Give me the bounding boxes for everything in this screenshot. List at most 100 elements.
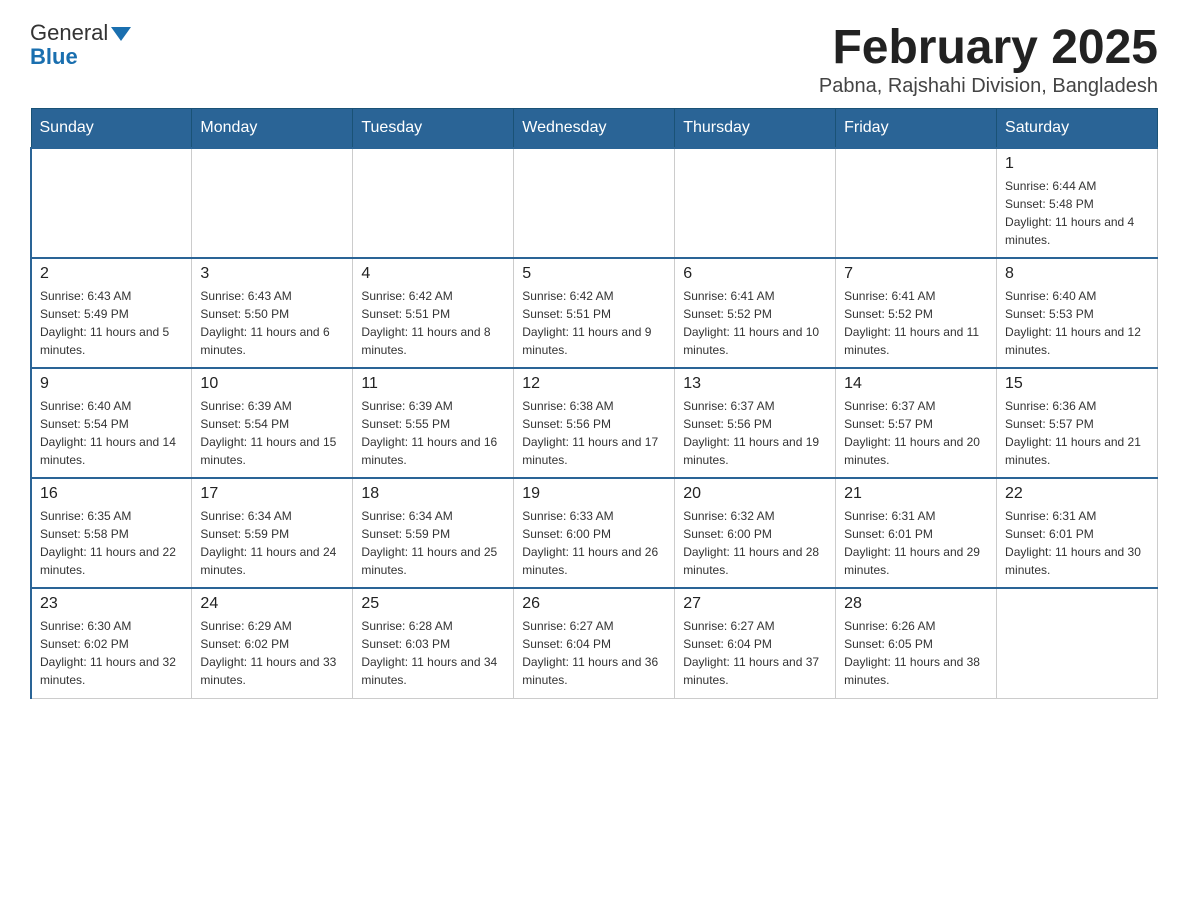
day-number: 5 xyxy=(522,265,666,283)
day-info: Sunrise: 6:35 AMSunset: 5:58 PMDaylight:… xyxy=(40,507,183,579)
weekday-header-wednesday: Wednesday xyxy=(514,109,675,149)
calendar-day-cell xyxy=(353,148,514,258)
day-info: Sunrise: 6:37 AMSunset: 5:56 PMDaylight:… xyxy=(683,397,827,469)
calendar-day-cell: 19 Sunrise: 6:33 AMSunset: 6:00 PMDayligh… xyxy=(514,478,675,588)
day-info: Sunrise: 6:36 AMSunset: 5:57 PMDaylight:… xyxy=(1005,397,1149,469)
day-info: Sunrise: 6:31 AMSunset: 6:01 PMDaylight:… xyxy=(1005,507,1149,579)
day-number: 1 xyxy=(1005,155,1149,173)
calendar-day-cell: 5 Sunrise: 6:42 AMSunset: 5:51 PMDaylight… xyxy=(514,258,675,368)
page-header: General Blue February 2025 Pabna, Rajsha… xyxy=(30,20,1158,98)
day-number: 6 xyxy=(683,265,827,283)
day-info: Sunrise: 6:44 AMSunset: 5:48 PMDaylight:… xyxy=(1005,177,1149,249)
calendar-title: February 2025 xyxy=(819,20,1158,75)
calendar-day-cell xyxy=(514,148,675,258)
day-info: Sunrise: 6:43 AMSunset: 5:50 PMDaylight:… xyxy=(200,287,344,359)
calendar-week-row: 9Sunrise: 6:40 AMSunset: 5:54 PMDaylight… xyxy=(31,368,1158,478)
calendar-day-cell: 7 Sunrise: 6:41 AMSunset: 5:52 PMDaylight… xyxy=(836,258,997,368)
day-number: 10 xyxy=(200,375,344,393)
day-number: 8 xyxy=(1005,265,1149,283)
calendar-day-cell: 10 Sunrise: 6:39 AMSunset: 5:54 PMDayligh… xyxy=(192,368,353,478)
calendar-day-cell: 6 Sunrise: 6:41 AMSunset: 5:52 PMDaylight… xyxy=(675,258,836,368)
calendar-day-cell: 15Sunrise: 6:36 AMSunset: 5:57 PMDayligh… xyxy=(997,368,1158,478)
day-info: Sunrise: 6:29 AMSunset: 6:02 PMDaylight:… xyxy=(200,617,344,689)
calendar-week-row: 2 Sunrise: 6:43 AMSunset: 5:49 PMDaylight… xyxy=(31,258,1158,368)
day-number: 19 xyxy=(522,485,666,503)
day-number: 26 xyxy=(522,595,666,613)
day-number: 21 xyxy=(844,485,988,503)
day-info: Sunrise: 6:31 AMSunset: 6:01 PMDaylight:… xyxy=(844,507,988,579)
day-number: 2 xyxy=(40,265,183,283)
calendar-week-row: 23 Sunrise: 6:30 AMSunset: 6:02 PMDayligh… xyxy=(31,588,1158,698)
weekday-header-sunday: Sunday xyxy=(31,109,192,149)
calendar-day-cell: 14Sunrise: 6:37 AMSunset: 5:57 PMDayligh… xyxy=(836,368,997,478)
calendar-week-row: 16 Sunrise: 6:35 AMSunset: 5:58 PMDayligh… xyxy=(31,478,1158,588)
calendar-day-cell: 16 Sunrise: 6:35 AMSunset: 5:58 PMDayligh… xyxy=(31,478,192,588)
calendar-day-cell xyxy=(836,148,997,258)
day-info: Sunrise: 6:39 AMSunset: 5:55 PMDaylight:… xyxy=(361,397,505,469)
day-info: Sunrise: 6:27 AMSunset: 6:04 PMDaylight:… xyxy=(683,617,827,689)
day-number: 13 xyxy=(683,375,827,393)
day-info: Sunrise: 6:40 AMSunset: 5:53 PMDaylight:… xyxy=(1005,287,1149,359)
day-info: Sunrise: 6:41 AMSunset: 5:52 PMDaylight:… xyxy=(683,287,827,359)
day-info: Sunrise: 6:40 AMSunset: 5:54 PMDaylight:… xyxy=(40,397,183,469)
day-info: Sunrise: 6:42 AMSunset: 5:51 PMDaylight:… xyxy=(361,287,505,359)
calendar-header-row: SundayMondayTuesdayWednesdayThursdayFrid… xyxy=(31,109,1158,149)
day-info: Sunrise: 6:38 AMSunset: 5:56 PMDaylight:… xyxy=(522,397,666,469)
day-number: 11 xyxy=(361,375,505,393)
calendar-day-cell: 8 Sunrise: 6:40 AMSunset: 5:53 PMDaylight… xyxy=(997,258,1158,368)
calendar-day-cell: 3 Sunrise: 6:43 AMSunset: 5:50 PMDaylight… xyxy=(192,258,353,368)
weekday-header-tuesday: Tuesday xyxy=(353,109,514,149)
day-info: Sunrise: 6:28 AMSunset: 6:03 PMDaylight:… xyxy=(361,617,505,689)
calendar-week-row: 1 Sunrise: 6:44 AMSunset: 5:48 PMDaylight… xyxy=(31,148,1158,258)
day-number: 16 xyxy=(40,485,183,503)
day-info: Sunrise: 6:43 AMSunset: 5:49 PMDaylight:… xyxy=(40,287,183,359)
calendar-day-cell: 2 Sunrise: 6:43 AMSunset: 5:49 PMDaylight… xyxy=(31,258,192,368)
calendar-day-cell: 9Sunrise: 6:40 AMSunset: 5:54 PMDaylight… xyxy=(31,368,192,478)
logo-text-blue: Blue xyxy=(30,44,78,70)
calendar-day-cell: 27 Sunrise: 6:27 AMSunset: 6:04 PMDayligh… xyxy=(675,588,836,698)
calendar-day-cell: 25 Sunrise: 6:28 AMSunset: 6:03 PMDayligh… xyxy=(353,588,514,698)
day-number: 22 xyxy=(1005,485,1149,503)
day-number: 7 xyxy=(844,265,988,283)
day-info: Sunrise: 6:26 AMSunset: 6:05 PMDaylight:… xyxy=(844,617,988,689)
calendar-day-cell: 18Sunrise: 6:34 AMSunset: 5:59 PMDayligh… xyxy=(353,478,514,588)
calendar-day-cell: 12Sunrise: 6:38 AMSunset: 5:56 PMDayligh… xyxy=(514,368,675,478)
calendar-day-cell xyxy=(997,588,1158,698)
logo: General Blue xyxy=(30,20,131,70)
day-number: 20 xyxy=(683,485,827,503)
day-info: Sunrise: 6:42 AMSunset: 5:51 PMDaylight:… xyxy=(522,287,666,359)
calendar-day-cell: 1 Sunrise: 6:44 AMSunset: 5:48 PMDaylight… xyxy=(997,148,1158,258)
logo-text-general: General xyxy=(30,20,108,46)
calendar-day-cell: 17 Sunrise: 6:34 AMSunset: 5:59 PMDayligh… xyxy=(192,478,353,588)
weekday-header-monday: Monday xyxy=(192,109,353,149)
calendar-day-cell xyxy=(192,148,353,258)
calendar-day-cell: 13 Sunrise: 6:37 AMSunset: 5:56 PMDayligh… xyxy=(675,368,836,478)
calendar-subtitle: Pabna, Rajshahi Division, Bangladesh xyxy=(819,75,1158,98)
day-number: 3 xyxy=(200,265,344,283)
day-info: Sunrise: 6:39 AMSunset: 5:54 PMDaylight:… xyxy=(200,397,344,469)
calendar-day-cell: 4 Sunrise: 6:42 AMSunset: 5:51 PMDaylight… xyxy=(353,258,514,368)
day-number: 28 xyxy=(844,595,988,613)
calendar-day-cell: 21 Sunrise: 6:31 AMSunset: 6:01 PMDayligh… xyxy=(836,478,997,588)
title-area: February 2025 Pabna, Rajshahi Division, … xyxy=(819,20,1158,98)
day-number: 23 xyxy=(40,595,183,613)
day-number: 27 xyxy=(683,595,827,613)
calendar-day-cell: 28 Sunrise: 6:26 AMSunset: 6:05 PMDayligh… xyxy=(836,588,997,698)
day-info: Sunrise: 6:34 AMSunset: 5:59 PMDaylight:… xyxy=(200,507,344,579)
calendar-day-cell: 11 Sunrise: 6:39 AMSunset: 5:55 PMDayligh… xyxy=(353,368,514,478)
calendar-day-cell: 23 Sunrise: 6:30 AMSunset: 6:02 PMDayligh… xyxy=(31,588,192,698)
calendar-day-cell xyxy=(675,148,836,258)
day-info: Sunrise: 6:41 AMSunset: 5:52 PMDaylight:… xyxy=(844,287,988,359)
day-number: 4 xyxy=(361,265,505,283)
calendar-day-cell xyxy=(31,148,192,258)
weekday-header-saturday: Saturday xyxy=(997,109,1158,149)
calendar-table: SundayMondayTuesdayWednesdayThursdayFrid… xyxy=(30,108,1158,699)
day-info: Sunrise: 6:32 AMSunset: 6:00 PMDaylight:… xyxy=(683,507,827,579)
day-number: 17 xyxy=(200,485,344,503)
day-number: 14 xyxy=(844,375,988,393)
day-info: Sunrise: 6:30 AMSunset: 6:02 PMDaylight:… xyxy=(40,617,183,689)
day-info: Sunrise: 6:34 AMSunset: 5:59 PMDaylight:… xyxy=(361,507,505,579)
day-info: Sunrise: 6:33 AMSunset: 6:00 PMDaylight:… xyxy=(522,507,666,579)
day-number: 25 xyxy=(361,595,505,613)
day-info: Sunrise: 6:27 AMSunset: 6:04 PMDaylight:… xyxy=(522,617,666,689)
